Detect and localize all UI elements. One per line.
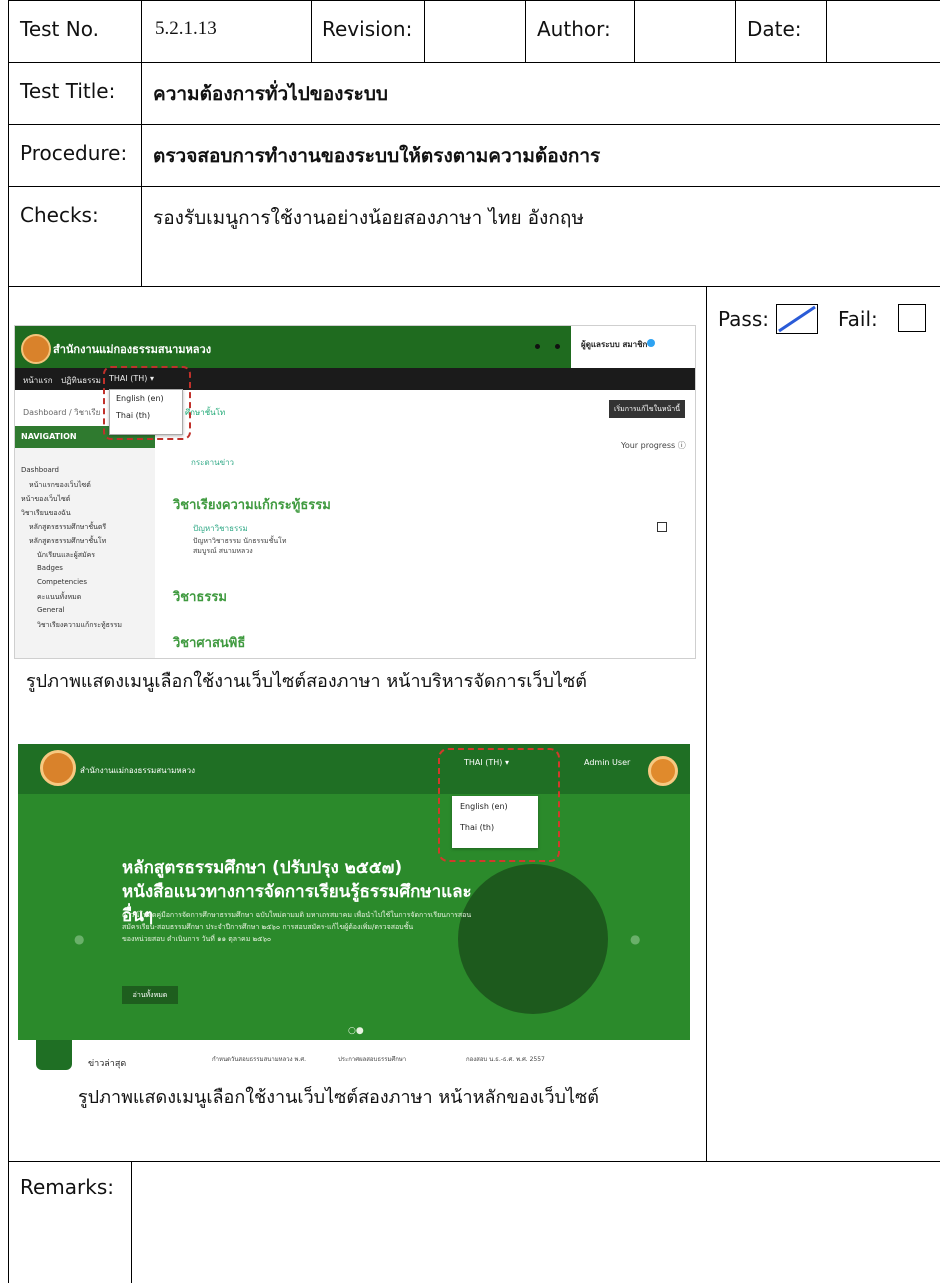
news-item[interactable]: กำหนดวันสอบธรรมสนามหลวง พ.ศ. [212,1054,306,1064]
news-bar: ข่าวล่าสุด กำหนดวันสอบธรรมสนามหลวง พ.ศ. … [18,1040,690,1070]
site-logo [40,750,76,786]
admin-name[interactable]: ผู้ดูแลระบบ สมาชิก [581,338,647,351]
col-divider [525,0,526,62]
fail-checkbox[interactable] [898,304,926,332]
section-heading: วิชาธรรม [173,590,227,605]
sidebar-item[interactable]: หน้าแรกของเว็บไซต์ [29,480,91,491]
test-title-label: Test Title: [20,79,116,103]
completion-checkbox[interactable] [657,522,667,532]
col-divider [424,0,425,62]
procedure-value: ตรวจสอบการทำงานของระบบให้ตรงตามความต้องก… [153,145,601,167]
row-divider [8,62,940,63]
caption-admin: รูปภาพแสดงเมนูเลือกใช้งานเว็บไซต์สองภาษา… [26,671,587,692]
col-divider [311,0,312,62]
checks-value: รองรับเมนูการใช้งานอย่างน้อยสองภาษา ไทย … [153,207,584,229]
check-mark-icon [778,305,816,333]
next-arrow-icon[interactable]: ● [630,932,640,946]
edit-page-button[interactable]: เริ่มการแก้ไขในหน้านี้ [609,400,685,418]
news-item[interactable]: ประกาศผลสอบธรรมศึกษา [338,1054,406,1064]
sidebar-item[interactable]: วิชาเรียนของฉัน [21,508,71,519]
col-divider [706,286,707,1161]
sidebar-item[interactable]: วิชาเรียงความแก้กระทู้ธรรม [37,620,122,631]
test-no-label: Test No. [20,17,99,41]
col-divider [141,0,142,286]
col-divider [131,1161,132,1283]
hero-heading: หลักสูตรธรรมศึกษา (ปรับปรุง ๒๕๕๗) [122,858,403,878]
sidebar-item[interactable]: หลักสูตรธรรมศึกษาชั้นโท [29,536,106,547]
sidebar-item[interactable]: นักเรียนและผู้สมัคร [37,550,95,561]
hero-heading: หนังสือแนวทางการจัดการเรียนรู้ธรรมศึกษาแ… [122,882,472,902]
sidebar-item[interactable]: Badges [37,564,63,572]
col-divider [826,0,827,62]
author-label: Author: [537,17,611,41]
sidebar-item[interactable]: Competencies [37,578,87,586]
row-divider [8,186,940,187]
table-left-border [8,0,9,1283]
table-top-border [8,0,940,1]
user-menu-icon[interactable] [647,339,655,347]
remarks-label: Remarks: [20,1175,115,1199]
megaphone-icon [36,1040,72,1070]
highlight-outline [438,748,560,862]
homepage-screenshot: สำนักงานแม่กองธรรมสนามหลวง THAI (TH) ▾ A… [18,744,690,1040]
sidebar-item[interactable]: Dashboard [21,466,59,474]
hero-description: สมัครเรียน-สอบธรรมศึกษา ประจำปีการศึกษา … [122,923,414,931]
chat-icon[interactable] [555,344,560,349]
admin-user[interactable]: Admin User [584,758,630,767]
checks-label: Checks: [20,203,99,227]
bell-icon[interactable] [535,344,540,349]
row-divider [8,1161,940,1162]
date-label: Date: [747,17,802,41]
admin-page-screenshot: สำนักงานแม่กองธรรมสนามหลวง ผู้ดูแลระบบ ส… [14,325,696,659]
col-divider [634,0,635,62]
quiz-link[interactable]: ปัญหาวิชาธรรม [193,522,248,535]
test-title-value: ความต้องการทั่วไปของระบบ [153,83,388,105]
hero-description: ดาวน์โหลดคู่มือการจัดการศึกษาธรรมศึกษา ฉ… [122,911,472,919]
read-more-button[interactable]: อ่านทั้งหมด [122,986,178,1004]
quiz-description: สมบูรณ์ สนามหลวง [193,547,253,555]
fail-label: Fail: [838,307,878,331]
col-divider [735,0,736,62]
breadcrumb[interactable]: Dashboard / วิชาเรีย [23,406,100,419]
pass-checkbox[interactable] [776,304,818,334]
nav-home[interactable]: หน้าแรก [23,374,53,387]
row-divider [8,124,940,125]
nav-calendar[interactable]: ปฏิทินธรรม [61,374,101,387]
pass-label: Pass: [718,307,769,331]
row-divider [8,286,940,287]
sidebar-item[interactable]: หน้าของเว็บไซต์ [21,494,70,505]
forum-link[interactable]: กระดานข่าว [191,456,234,469]
highlight-outline [103,366,191,440]
prev-arrow-icon[interactable]: ● [74,932,84,946]
progress-label: Your progress ⓘ [621,441,686,450]
avatar[interactable] [648,756,678,786]
site-title: สำนักงานแม่กองธรรมสนามหลวง [53,343,212,356]
caption-home: รูปภาพแสดงเมนูเลือกใช้งานเว็บไซต์สองภาษา… [78,1087,599,1108]
section-heading: วิชาเรียงความแก้กระทู้ธรรม [173,498,331,513]
hero-description: ของหน่วยสอบ ดำเนินการ วันที่ ๑๑ ตุลาคม ๒… [122,935,272,943]
test-no-value: 5.2.1.13 [155,18,217,39]
news-item[interactable]: กองสอบ น.ธ.-ธ.ศ. พ.ศ. 2557 [466,1054,545,1064]
site-logo [21,334,51,364]
carousel-dots[interactable]: ○● [348,1026,364,1036]
procedure-label: Procedure: [20,141,128,165]
section-heading: วิชาศาสนพิธี [173,636,246,651]
revision-label: Revision: [322,17,413,41]
sidebar-item[interactable]: หลักสูตรธรรมศึกษาชั้นตรี [29,522,106,533]
news-label: ข่าวล่าสุด [88,1059,127,1069]
site-title: สำนักงานแม่กองธรรมสนามหลวง [80,766,195,775]
buddha-silhouette-image [458,864,608,1014]
sidebar-item[interactable]: General [37,606,65,614]
breadcrumb-current[interactable]: ศึกษาชั้นโท [185,406,225,419]
sidebar-item[interactable]: คะแนนทั้งหมด [37,592,81,603]
